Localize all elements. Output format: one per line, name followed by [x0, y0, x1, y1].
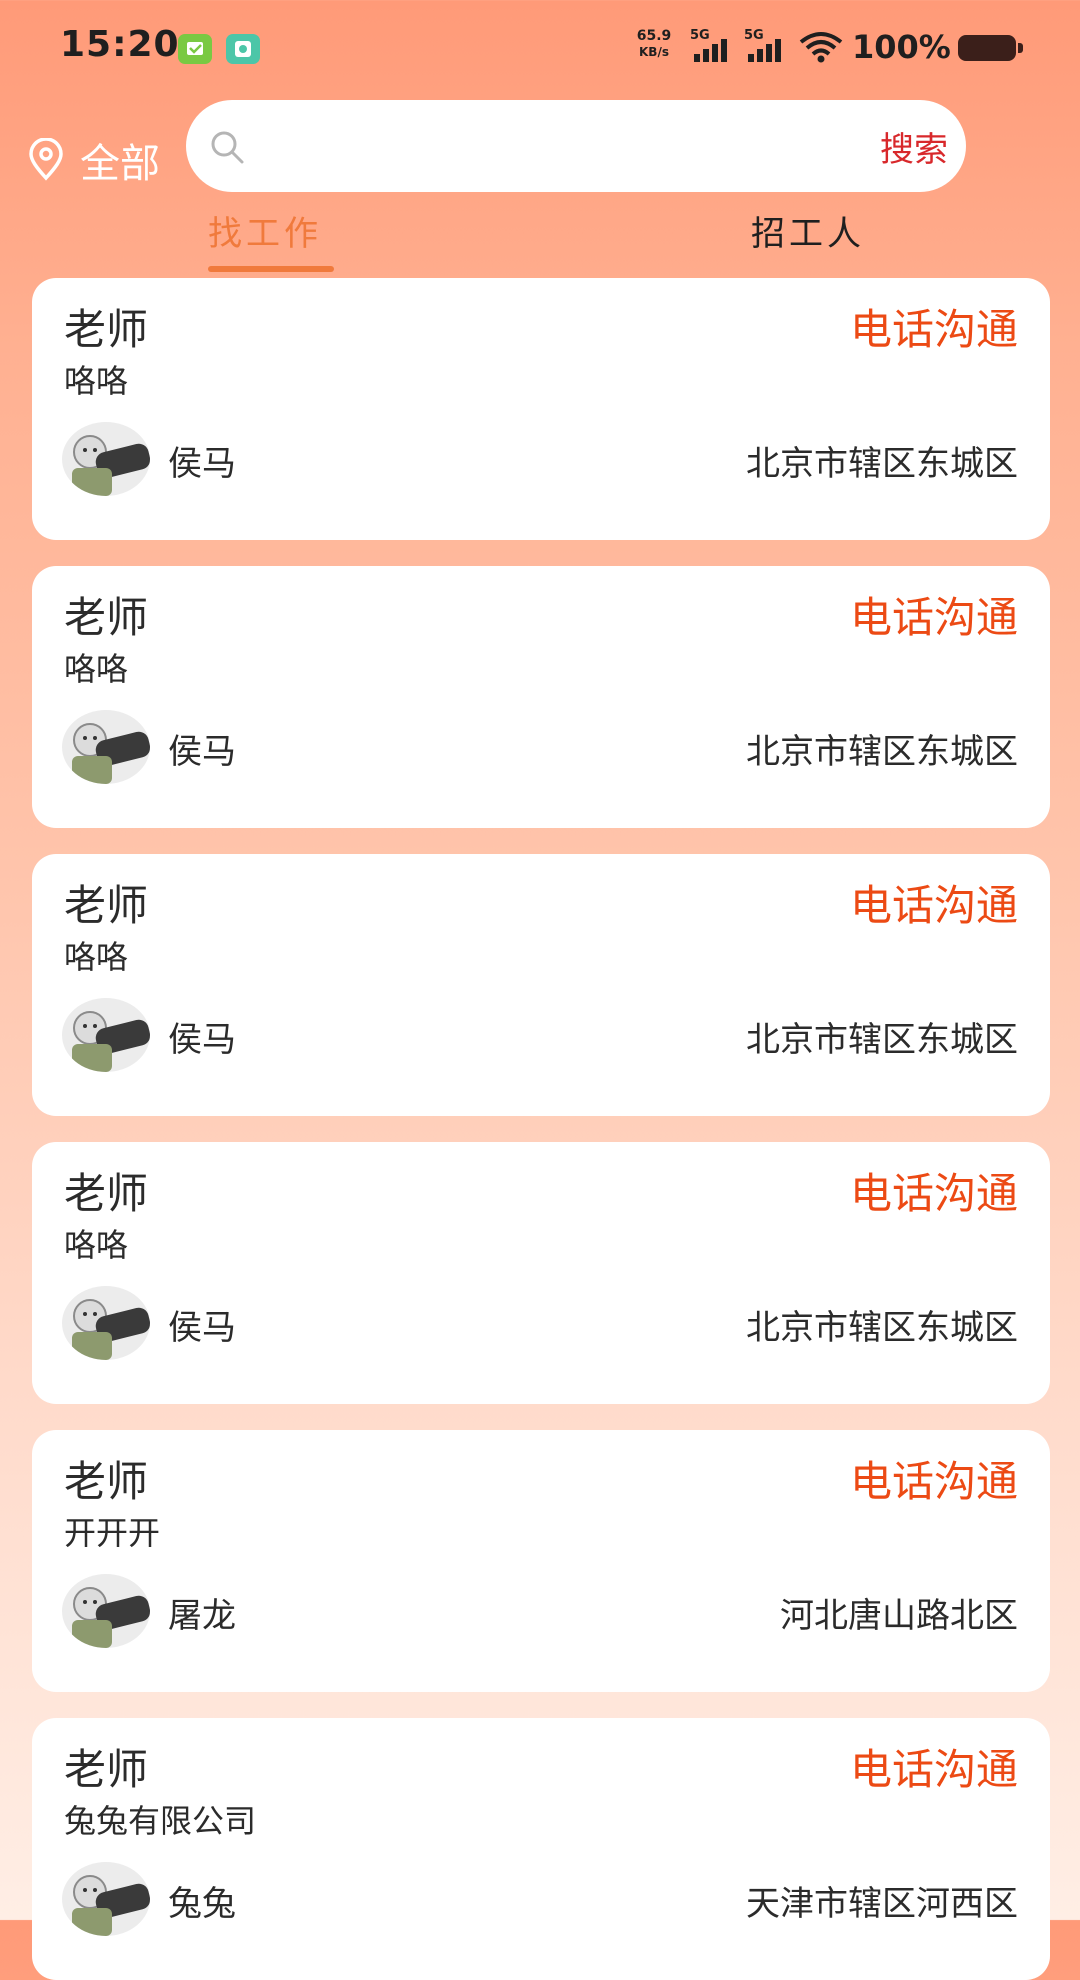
- job-card[interactable]: 老师 电话沟通 咯咯 侯马 北京市辖区东城区: [32, 1142, 1050, 1404]
- company-name: 咯咯: [64, 1226, 129, 1264]
- message-app-icon: [178, 34, 212, 64]
- phone-contact-button[interactable]: 电话沟通: [850, 296, 1018, 357]
- tab-find-job[interactable]: 找工作: [208, 206, 322, 255]
- location-selector[interactable]: 全部: [26, 132, 160, 188]
- network-speed-unit: KB/s: [639, 45, 669, 59]
- job-location: 北京市辖区东城区: [746, 444, 1018, 484]
- search-button[interactable]: 搜索: [880, 122, 948, 171]
- job-location: 河北唐山路北区: [780, 1596, 1018, 1636]
- phone-contact-button[interactable]: 电话沟通: [850, 1736, 1018, 1797]
- phone-contact-button[interactable]: 电话沟通: [850, 584, 1018, 645]
- publisher-name: 兔兔: [168, 1884, 236, 1924]
- job-location: 北京市辖区东城区: [746, 732, 1018, 772]
- app-notification-icon: [226, 34, 260, 64]
- publisher-name: 侯马: [168, 732, 236, 772]
- location-label: 全部: [80, 141, 160, 187]
- company-name: 咯咯: [64, 650, 129, 688]
- search-bar: 搜索: [186, 100, 966, 192]
- job-title: 老师: [64, 881, 149, 930]
- job-title: 老师: [64, 305, 149, 354]
- job-title: 老师: [64, 593, 149, 642]
- job-location: 北京市辖区东城区: [746, 1308, 1018, 1348]
- job-title: 老师: [64, 1457, 149, 1506]
- avatar: [62, 1286, 150, 1360]
- signal-icon: 5G: [744, 28, 794, 64]
- phone-contact-button[interactable]: 电话沟通: [850, 872, 1018, 933]
- avatar: [62, 422, 150, 496]
- tab-bar: 找工作 招工人: [0, 206, 1080, 276]
- company-name: 咯咯: [64, 938, 129, 976]
- active-tab-indicator: [208, 266, 334, 272]
- phone-contact-button[interactable]: 电话沟通: [850, 1160, 1018, 1221]
- company-name: 咯咯: [64, 362, 129, 400]
- company-name: 开开开: [64, 1514, 161, 1552]
- job-location: 天津市辖区河西区: [746, 1884, 1018, 1924]
- avatar: [62, 998, 150, 1072]
- publisher-name: 屠龙: [168, 1596, 236, 1636]
- status-bar: 15:20 65.9 KB/s 5G 5G 100%: [0, 0, 1080, 96]
- battery-percent: 100%: [852, 28, 951, 66]
- search-input[interactable]: [266, 118, 830, 176]
- job-title: 老师: [64, 1745, 149, 1794]
- job-card[interactable]: 老师 电话沟通 兔兔有限公司 兔兔 天津市辖区河西区: [32, 1718, 1050, 1980]
- job-card[interactable]: 老师 电话沟通 咯咯 侯马 北京市辖区东城区: [32, 566, 1050, 828]
- job-title: 老师: [64, 1169, 149, 1218]
- battery-icon: [958, 35, 1023, 61]
- publisher-name: 侯马: [168, 1308, 236, 1348]
- avatar: [62, 1574, 150, 1648]
- phone-contact-button[interactable]: 电话沟通: [850, 1448, 1018, 1509]
- tab-hire-workers[interactable]: 招工人: [751, 206, 865, 255]
- job-card[interactable]: 老师 电话沟通 咯咯 侯马 北京市辖区东城区: [32, 278, 1050, 540]
- company-name: 兔兔有限公司: [64, 1802, 257, 1840]
- job-location: 北京市辖区东城区: [746, 1020, 1018, 1060]
- location-pin-icon: [29, 138, 63, 181]
- network-speed-value: 65.9: [636, 28, 672, 44]
- avatar: [62, 1862, 150, 1936]
- search-icon: [211, 131, 244, 164]
- status-time: 15:20: [60, 24, 180, 65]
- publisher-name: 侯马: [168, 1020, 236, 1060]
- job-card[interactable]: 老师 电话沟通 开开开 屠龙 河北唐山路北区: [32, 1430, 1050, 1692]
- publisher-name: 侯马: [168, 444, 236, 484]
- signal-icon: 5G: [690, 28, 740, 64]
- job-card[interactable]: 老师 电话沟通 咯咯 侯马 北京市辖区东城区: [32, 854, 1050, 1116]
- avatar: [62, 710, 150, 784]
- wifi-icon: [798, 30, 844, 68]
- network-speed: 65.9 KB/s: [630, 28, 678, 60]
